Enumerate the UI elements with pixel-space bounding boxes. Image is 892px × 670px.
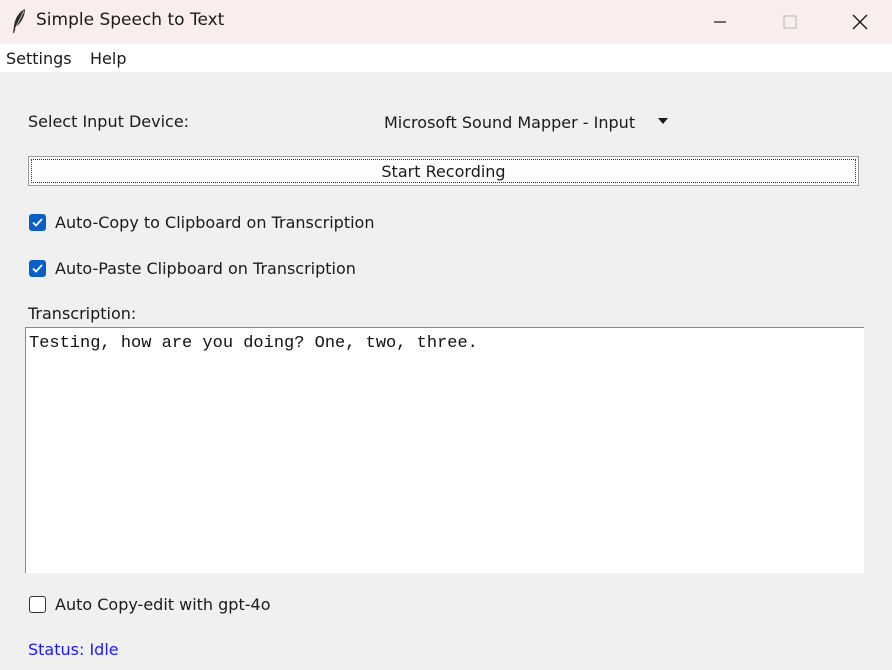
- transcription-label: Transcription:: [28, 304, 137, 323]
- app-window: Simple Speech to Text Settings Help Sele…: [0, 0, 892, 670]
- start-recording-button[interactable]: Start Recording: [28, 156, 859, 186]
- menu-settings[interactable]: Settings: [6, 49, 72, 68]
- close-button[interactable]: [837, 0, 883, 44]
- triangle-down-icon: [658, 118, 668, 124]
- title-bar[interactable]: Simple Speech to Text: [0, 0, 892, 44]
- auto-paste-label[interactable]: Auto-Paste Clipboard on Transcription: [55, 259, 356, 278]
- start-recording-label: Start Recording: [381, 161, 506, 181]
- auto-copyedit-checkbox[interactable]: [29, 596, 46, 613]
- menu-bar: Settings Help: [0, 44, 892, 72]
- auto-copy-checkbox[interactable]: [29, 214, 46, 231]
- auto-copyedit-label[interactable]: Auto Copy-edit with gpt-4o: [55, 595, 270, 614]
- minimize-button[interactable]: [697, 0, 743, 44]
- checkmark-icon: [32, 264, 43, 273]
- auto-paste-checkbox[interactable]: [29, 260, 46, 277]
- maximize-icon: [783, 15, 797, 29]
- menu-help[interactable]: Help: [90, 49, 126, 68]
- input-device-value: Microsoft Sound Mapper - Input: [384, 112, 636, 132]
- checkmark-icon: [32, 218, 43, 227]
- status-text: Status: Idle: [28, 640, 119, 659]
- feather-icon: [13, 9, 25, 33]
- maximize-button[interactable]: [767, 0, 813, 44]
- close-icon: [852, 14, 868, 30]
- transcription-textarea[interactable]: Testing, how are you doing? One, two, th…: [25, 327, 864, 573]
- input-device-label: Select Input Device:: [28, 112, 190, 131]
- auto-copy-label[interactable]: Auto-Copy to Clipboard on Transcription: [55, 213, 374, 232]
- input-device-dropdown[interactable]: Microsoft Sound Mapper - Input: [374, 106, 686, 138]
- window-title: Simple Speech to Text: [36, 10, 225, 30]
- minimize-icon: [714, 21, 726, 23]
- transcription-text: Testing, how are you doing? One, two, th…: [29, 334, 478, 353]
